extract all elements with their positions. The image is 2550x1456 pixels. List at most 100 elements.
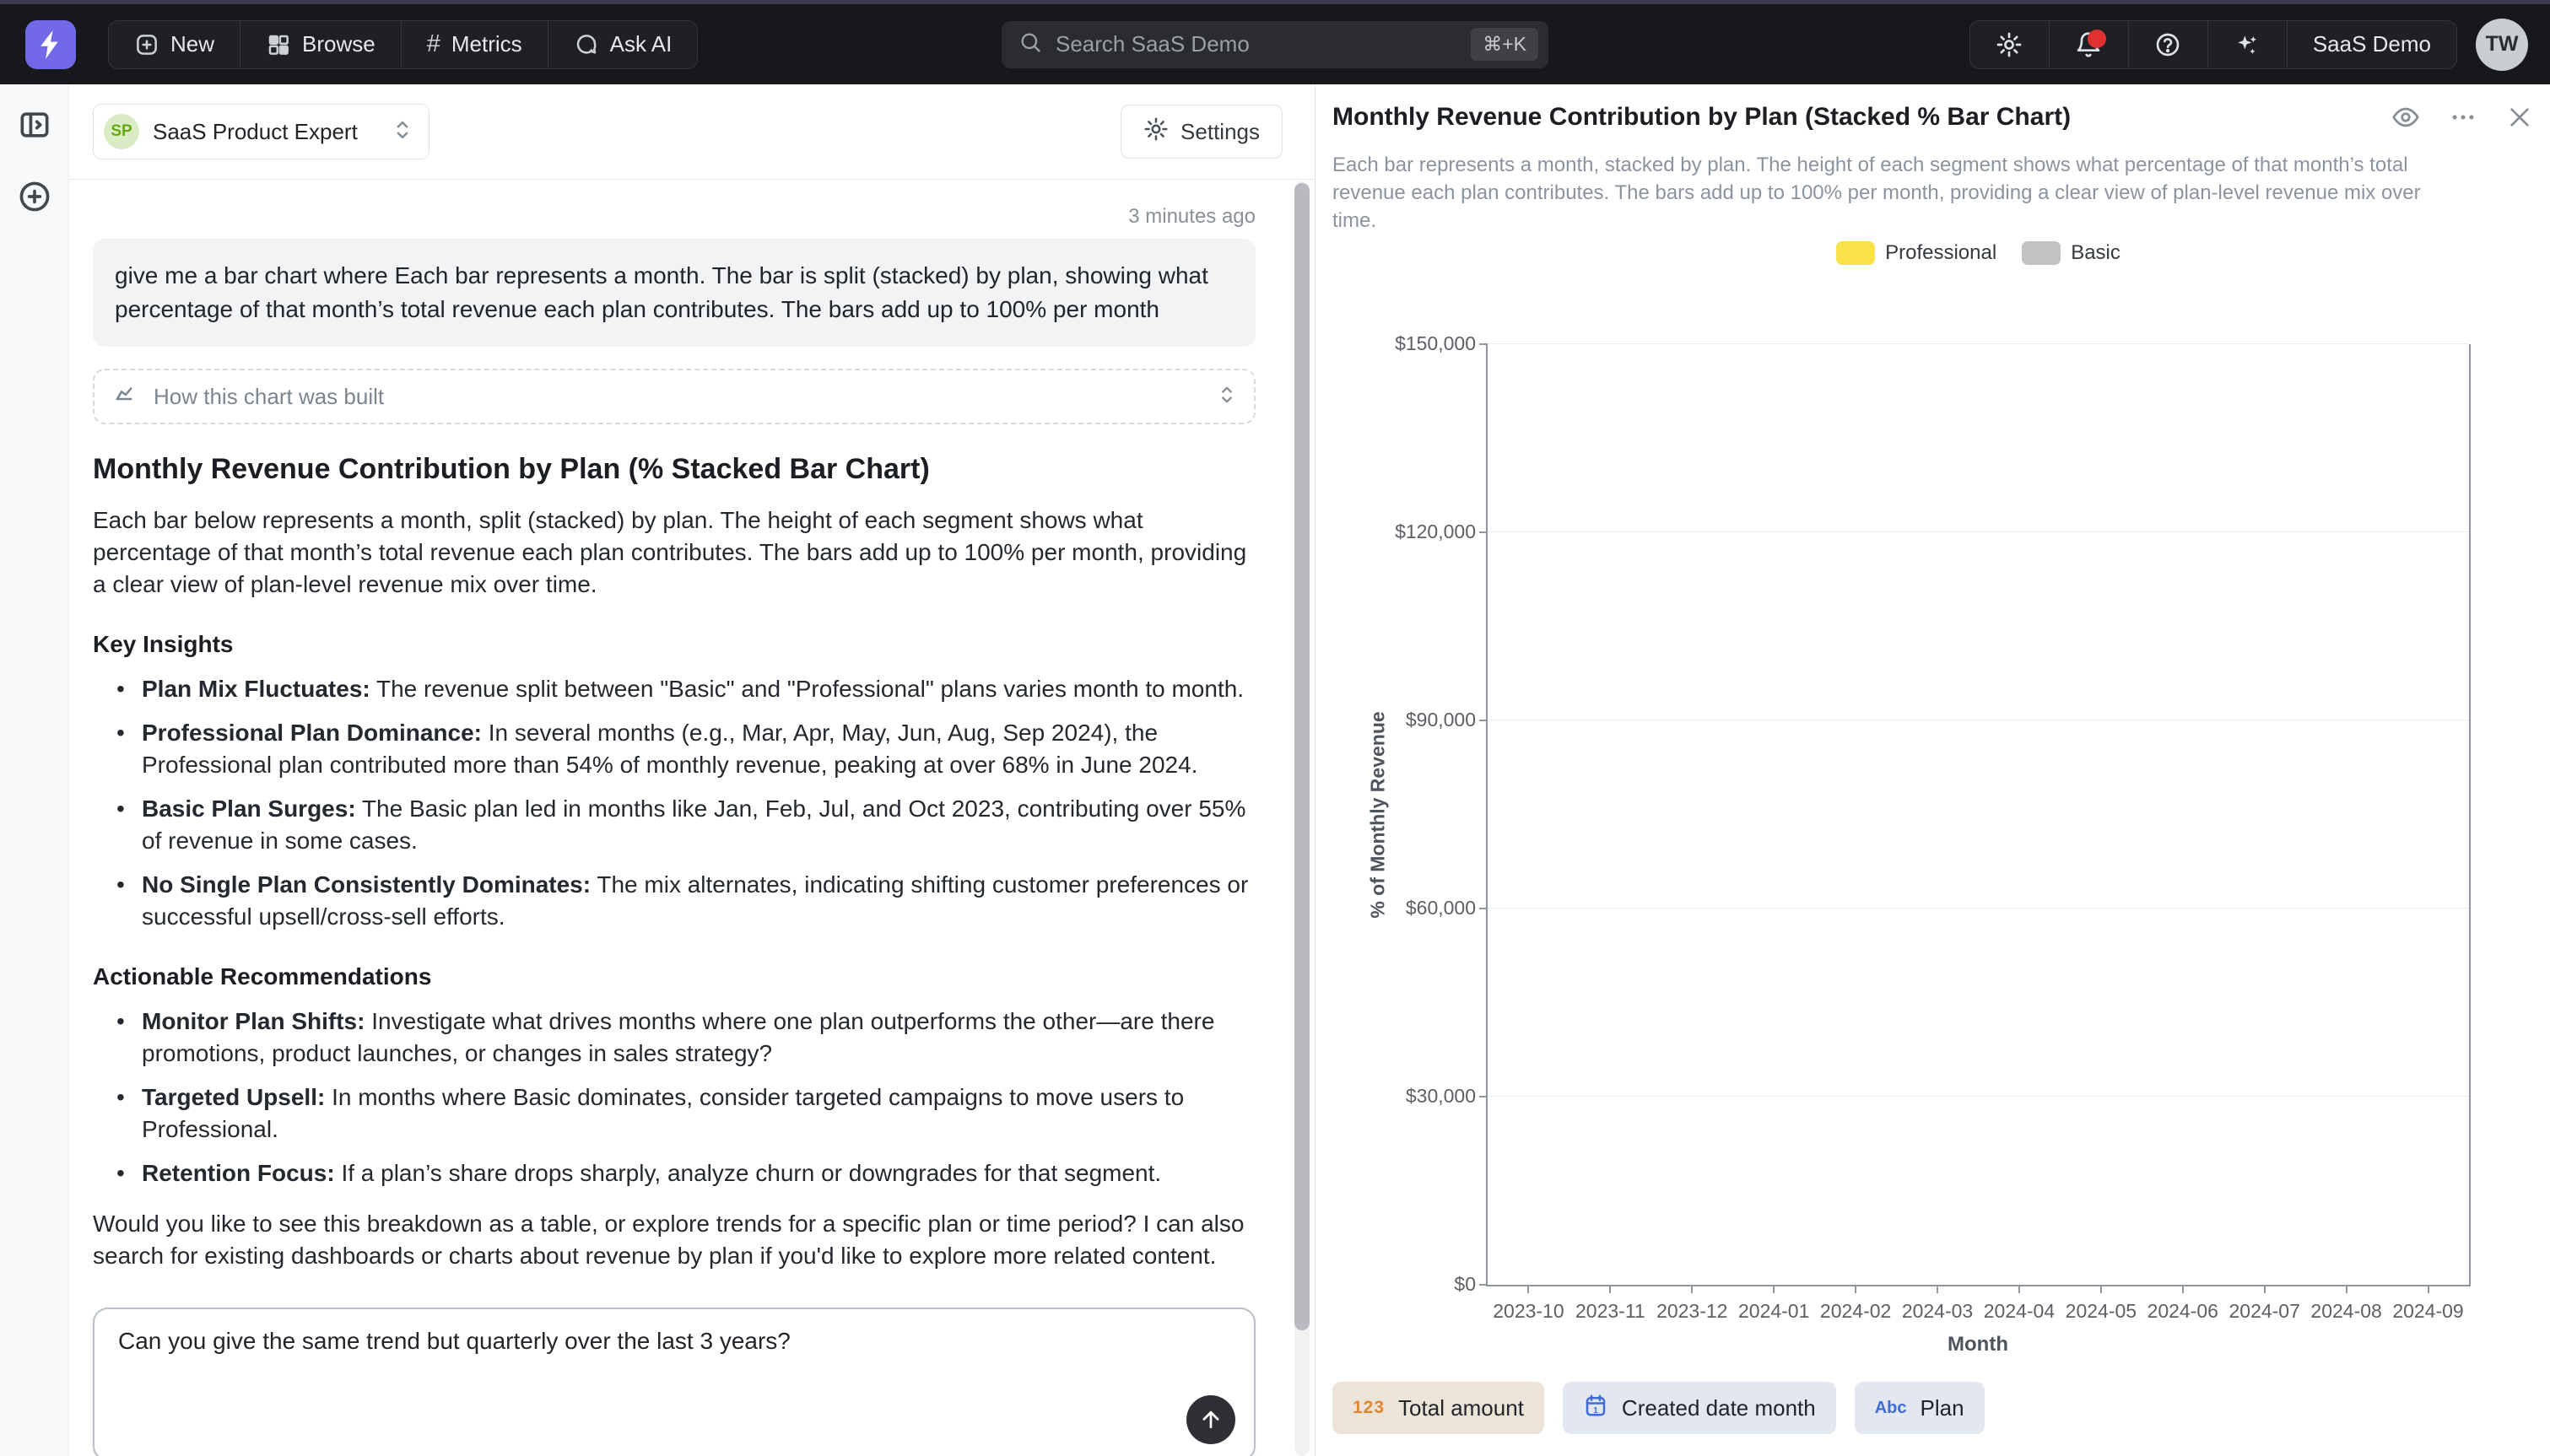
- y-axis-tick: [1479, 1284, 1488, 1286]
- list-item: Plan Mix Fluctuates: The revenue split b…: [116, 673, 1256, 705]
- preview-eye-button[interactable]: [2391, 103, 2420, 136]
- x-axis-title: Month: [1948, 1333, 2008, 1356]
- x-axis-tick: [1609, 1285, 1611, 1293]
- tag-label: Plan: [1921, 1395, 1964, 1421]
- list-item: Monitor Plan Shifts: Investigate what dr…: [116, 1006, 1256, 1070]
- nav-label: New: [170, 31, 214, 57]
- x-axis-tick: [2428, 1285, 2429, 1293]
- eye-icon: [2391, 103, 2420, 132]
- close-panel-button[interactable]: [2506, 104, 2533, 135]
- y-tick-label: $150,000: [1349, 332, 1476, 355]
- settings-gear-button[interactable]: [1970, 21, 2050, 68]
- x-axis-tick: [1691, 1285, 1693, 1293]
- legend-item-basic[interactable]: Basic: [2022, 241, 2120, 265]
- how-chart-built-expander[interactable]: How this chart was built: [93, 369, 1256, 424]
- chart-description: Each bar represents a month, stacked by …: [1332, 151, 2425, 235]
- plus-circle-icon: [16, 178, 53, 215]
- more-options-button[interactable]: [2449, 103, 2477, 136]
- agent-name: SaaS Product Expert: [153, 119, 358, 145]
- chart-line-icon: [113, 382, 138, 412]
- close-icon: [2506, 104, 2533, 131]
- search-shortcut: ⌘+K: [1471, 28, 1538, 61]
- y-axis-title: % of Monthly Revenue: [1367, 711, 1390, 918]
- x-axis-tick: [1773, 1285, 1775, 1293]
- chevron-updown-icon: [1218, 384, 1235, 410]
- x-axis-tick: [2264, 1285, 2266, 1293]
- chevron-updown-icon: [393, 118, 412, 146]
- gear-icon: [1996, 31, 2023, 58]
- response-outro: Would you like to see this breakdown as …: [93, 1208, 1256, 1272]
- app-logo[interactable]: [25, 20, 76, 69]
- chat-input[interactable]: Can you give the same trend but quarterl…: [93, 1308, 1256, 1456]
- x-axis-tick: [2100, 1285, 2102, 1293]
- topnav-right-group: SaaS Demo: [1969, 20, 2457, 69]
- agent-selector[interactable]: SP SaaS Product Expert: [93, 104, 430, 159]
- expander-label: How this chart was built: [154, 384, 1203, 410]
- user-avatar[interactable]: TW: [2476, 19, 2528, 71]
- y-axis-tick: [1479, 908, 1488, 909]
- ask-ai-button[interactable]: Ask AI: [548, 21, 698, 68]
- chat-input-value: Can you give the same trend but quarterl…: [118, 1328, 791, 1354]
- browse-button[interactable]: Browse: [240, 21, 402, 68]
- chart-plot-area: $0$30,000$60,000$90,000$120,000$150,0002…: [1486, 344, 2471, 1286]
- top-navigation: New Browse # Metrics: [0, 4, 2550, 84]
- panel-toggle-icon: [16, 106, 53, 143]
- new-thread-button[interactable]: [16, 178, 53, 219]
- tag-label: Total amount: [1398, 1395, 1524, 1421]
- message-timestamp: 3 minutes ago: [93, 205, 1256, 229]
- list-item: Basic Plan Surges: The Basic plan led in…: [116, 793, 1256, 857]
- help-icon: [2154, 31, 2181, 58]
- gridline: [1488, 531, 2469, 532]
- gear-icon: [1143, 116, 1169, 148]
- user-message: give me a bar chart where Each bar repre…: [93, 239, 1256, 347]
- list-item: Professional Plan Dominance: In several …: [116, 717, 1256, 781]
- tag-created-date-month[interactable]: 1 Created date month: [1563, 1382, 1836, 1434]
- sparkles-icon: [2234, 31, 2261, 58]
- hash-icon: #: [427, 30, 440, 58]
- grid-icon: [266, 32, 291, 57]
- chat-sparkle-icon: [574, 32, 599, 57]
- global-search-input[interactable]: Search SaaS Demo ⌘+K: [1002, 21, 1548, 68]
- chat-header: SP SaaS Product Expert Settings: [69, 84, 1315, 180]
- svg-text:1: 1: [1593, 1405, 1598, 1415]
- primary-nav: New Browse # Metrics: [108, 20, 698, 69]
- abc-icon: Abc: [1875, 1399, 1907, 1418]
- toggle-sidebar-button[interactable]: [16, 106, 53, 148]
- legend-item-professional[interactable]: Professional: [1836, 241, 1996, 265]
- help-button[interactable]: [2129, 21, 2208, 68]
- agent-settings-button[interactable]: Settings: [1121, 105, 1283, 159]
- notifications-button[interactable]: [2050, 21, 2129, 68]
- workspace-button[interactable]: SaaS Demo: [2288, 21, 2456, 68]
- app-screen: New Browse # Metrics: [0, 0, 2550, 1456]
- new-button[interactable]: New: [109, 21, 240, 68]
- notification-badge: [2088, 30, 2106, 48]
- legend-label: Basic: [2071, 241, 2120, 265]
- settings-label: Settings: [1180, 119, 1260, 145]
- scrollbar-thumb[interactable]: [1294, 183, 1310, 1330]
- recommendations-list: Monitor Plan Shifts: Investigate what dr…: [93, 1006, 1256, 1189]
- chat-scrollbar[interactable]: [1294, 181, 1310, 1456]
- response-title: Monthly Revenue Contribution by Plan (% …: [93, 453, 1256, 486]
- gridline: [1488, 908, 2469, 909]
- gridline: [1488, 343, 2469, 344]
- metrics-button[interactable]: # Metrics: [402, 21, 548, 68]
- tag-plan[interactable]: Abc Plan: [1855, 1382, 1985, 1434]
- chat-panel: SP SaaS Product Expert Settings: [69, 84, 1315, 1456]
- y-axis-tick: [1479, 531, 1488, 533]
- legend-label: Professional: [1885, 241, 1996, 265]
- nav-label: Ask AI: [610, 31, 673, 57]
- chart-panel: Monthly Revenue Contribution by Plan (St…: [1315, 84, 2550, 1456]
- chart-title: Monthly Revenue Contribution by Plan (St…: [1332, 103, 2071, 132]
- chart-legend: Professional Basic: [1486, 241, 2471, 265]
- chart-panel-header: Monthly Revenue Contribution by Plan (St…: [1332, 103, 2533, 235]
- ai-sparkles-button[interactable]: [2208, 21, 2288, 68]
- list-item: Retention Focus: If a plan’s share drops…: [116, 1157, 1256, 1189]
- y-tick-label: $90,000: [1349, 709, 1476, 731]
- tag-total-amount[interactable]: 123 Total amount: [1332, 1382, 1544, 1434]
- search-icon: [1018, 30, 1042, 58]
- send-button[interactable]: [1186, 1395, 1235, 1444]
- lightning-bolt-icon: [38, 30, 63, 59]
- nav-label: Metrics: [451, 31, 522, 57]
- y-tick-label: $30,000: [1349, 1085, 1476, 1108]
- tag-label: Created date month: [1622, 1395, 1816, 1421]
